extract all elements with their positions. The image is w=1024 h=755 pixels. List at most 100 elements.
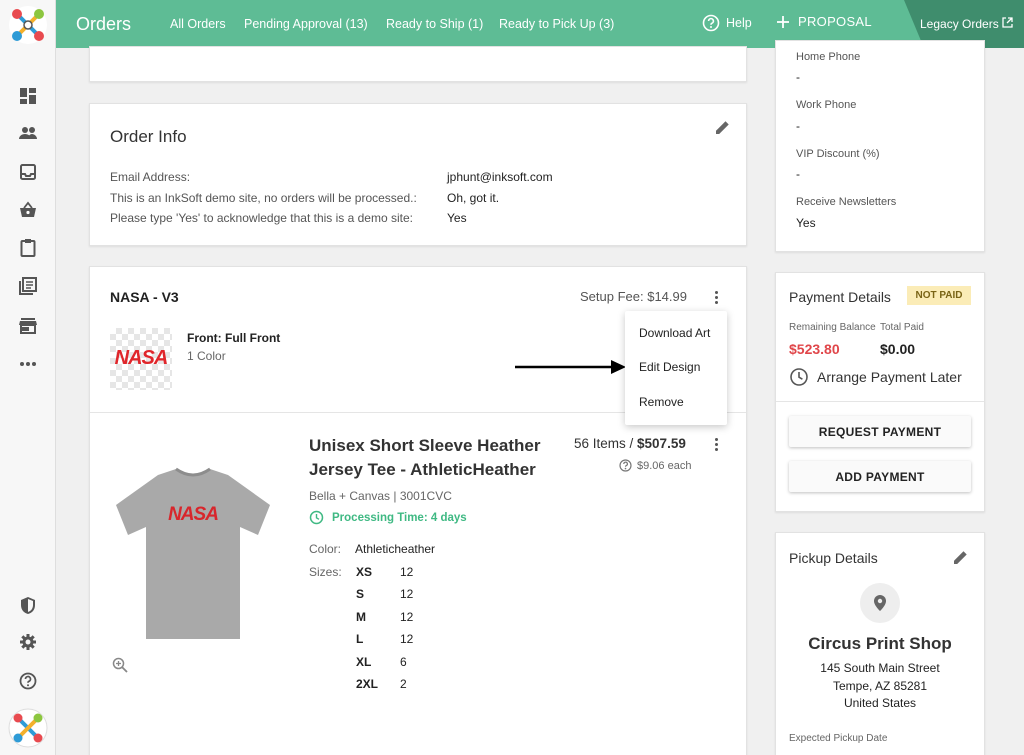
plus-icon xyxy=(777,15,789,28)
zoom-in-icon[interactable] xyxy=(112,657,128,676)
nav-pending-approval[interactable]: Pending Approval (13) xyxy=(244,17,368,31)
color-count: 1 Color xyxy=(187,349,226,363)
size-qty: 12 xyxy=(400,610,414,624)
size-qty: 2 xyxy=(400,677,407,691)
store-icon[interactable] xyxy=(17,314,39,336)
size-qty: 12 xyxy=(400,632,414,646)
arrow-annotation-icon xyxy=(515,360,626,374)
product-brand: Bella + Canvas | 3001CVC xyxy=(309,489,452,503)
newsletters-value: Yes xyxy=(796,216,816,230)
nasa-logo: NASA xyxy=(114,347,169,369)
help-icon[interactable] xyxy=(17,670,39,692)
inbox-icon[interactable] xyxy=(17,161,39,183)
divider xyxy=(776,401,984,402)
menu-item-edit-design[interactable]: Edit Design xyxy=(639,360,700,374)
newsletters-label: Receive Newsletters xyxy=(796,196,897,208)
edit-order-info-icon[interactable] xyxy=(714,119,731,139)
product-title-line1[interactable]: Unisex Short Sleeve Heather xyxy=(309,436,540,456)
customer-card-partial xyxy=(89,46,747,82)
size-qty: 12 xyxy=(400,565,414,579)
menu-item-download-art[interactable]: Download Art xyxy=(639,326,710,340)
left-rail xyxy=(0,0,56,755)
remaining-balance-value: $523.80 xyxy=(789,341,840,357)
sizes-label: Sizes: xyxy=(309,565,342,579)
size-name: XS xyxy=(356,565,373,579)
shield-icon[interactable] xyxy=(17,594,39,616)
shirt-nasa-print: NASA xyxy=(168,504,219,525)
product-title-line2[interactable]: Jersey Tee - AthleticHeather xyxy=(309,460,536,480)
nav-all-orders[interactable]: All Orders xyxy=(170,17,226,31)
item-count: 56 Items / xyxy=(574,436,638,451)
pickup-street: 145 South Main Street xyxy=(820,661,940,675)
print-location: Front: Full Front xyxy=(187,331,281,345)
pickup-shop-name: Circus Print Shop xyxy=(808,634,952,653)
work-phone-label: Work Phone xyxy=(796,99,857,111)
gear-icon[interactable] xyxy=(17,631,39,653)
add-payment-button[interactable]: ADD PAYMENT xyxy=(789,461,971,492)
size-name: M xyxy=(356,610,366,624)
design-art-thumbnail[interactable]: NASA xyxy=(110,328,172,390)
product-menu-kebab-icon[interactable] xyxy=(714,438,718,451)
proposal-button[interactable]: PROPOSAL xyxy=(776,14,872,29)
design-dropdown-menu: Download Art Edit Design Remove xyxy=(625,311,727,425)
library-icon[interactable] xyxy=(17,275,39,297)
edit-pickup-icon[interactable] xyxy=(952,549,969,569)
payment-title: Payment Details xyxy=(789,289,891,305)
help-button[interactable]: Help xyxy=(702,14,752,32)
total-paid-value: $0.00 xyxy=(880,341,916,357)
vip-discount-label: VIP Discount (%) xyxy=(796,148,880,160)
more-icon[interactable] xyxy=(17,353,39,375)
processing-time: Processing Time: 4 days xyxy=(309,510,467,525)
question-icon[interactable] xyxy=(619,459,632,472)
vip-discount-value: - xyxy=(796,167,800,181)
location-pin-icon xyxy=(860,583,900,623)
clock-icon xyxy=(790,368,808,386)
payment-status-badge: NOT PAID xyxy=(907,286,971,305)
price-each: $9.06 each xyxy=(619,459,691,472)
order-info-value: Yes xyxy=(447,211,467,225)
size-qty: 6 xyxy=(400,655,407,669)
clock-icon xyxy=(309,510,324,525)
order-info-label: Please type 'Yes' to acknowledge that th… xyxy=(110,211,413,225)
total-paid-label: Total Paid xyxy=(880,322,924,333)
menu-item-remove[interactable]: Remove xyxy=(639,395,684,409)
remaining-balance-label: Remaining Balance xyxy=(789,322,876,333)
order-info-value: Oh, got it. xyxy=(447,191,500,205)
help-label: Help xyxy=(726,16,752,30)
design-menu-kebab-icon[interactable] xyxy=(714,291,718,304)
size-name: L xyxy=(356,632,364,646)
home-phone-label: Home Phone xyxy=(796,51,861,63)
arrange-payment-label: Arrange Payment Later xyxy=(817,369,962,385)
people-icon[interactable] xyxy=(17,122,39,144)
work-phone-value: - xyxy=(796,119,800,133)
order-info-title: Order Info xyxy=(110,127,187,146)
app-logo-icon[interactable] xyxy=(8,5,48,45)
design-name: NASA - V3 xyxy=(110,289,179,305)
clipboard-icon[interactable] xyxy=(17,236,39,258)
setup-fee: Setup Fee: $14.99 xyxy=(580,289,687,304)
basket-icon[interactable] xyxy=(17,199,39,221)
size-qty: 12 xyxy=(400,587,414,601)
price-each-label: $9.06 each xyxy=(637,459,692,472)
size-name: XL xyxy=(356,655,372,669)
arrange-payment-later[interactable]: Arrange Payment Later xyxy=(789,367,962,387)
pickup-title: Pickup Details xyxy=(789,550,878,566)
nav-ready-to-ship[interactable]: Ready to Ship (1) xyxy=(386,17,483,31)
product-image[interactable]: NASA xyxy=(110,463,276,647)
item-summary: 56 Items / $507.59 xyxy=(574,436,686,451)
nav-ready-to-pick-up[interactable]: Ready to Pick Up (3) xyxy=(499,17,614,31)
page-title: Orders xyxy=(76,14,132,34)
external-link-icon xyxy=(1002,17,1013,28)
pickup-country: United States xyxy=(843,696,917,710)
order-info-label: Email Address: xyxy=(110,170,191,184)
user-avatar[interactable] xyxy=(8,708,48,748)
size-name: 2XL xyxy=(356,677,379,691)
dashboard-icon[interactable] xyxy=(17,85,39,107)
item-total: $507.59 xyxy=(637,436,686,451)
help-circle-icon xyxy=(702,14,720,32)
proposal-label: PROPOSAL xyxy=(798,14,872,29)
color-value: Athleticheather xyxy=(355,542,436,556)
size-name: S xyxy=(356,587,365,601)
request-payment-button[interactable]: REQUEST PAYMENT xyxy=(789,416,971,447)
tshirt-image xyxy=(116,467,270,639)
